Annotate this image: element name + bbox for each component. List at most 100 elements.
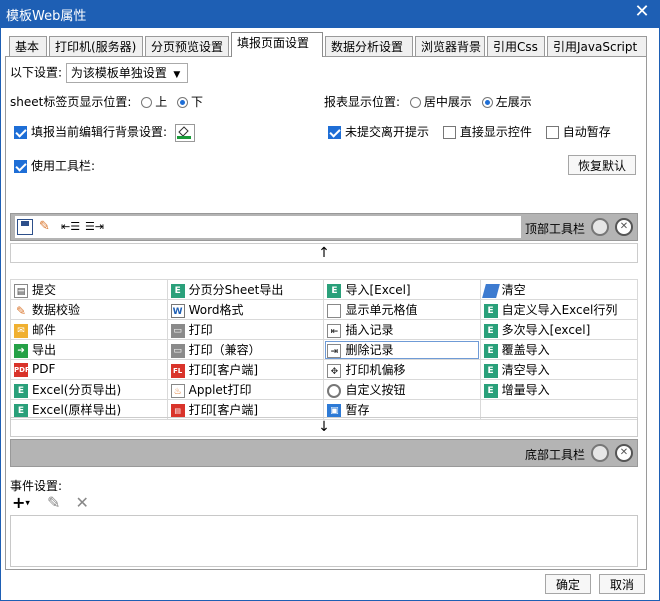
toolbar-item-label: Word格式 — [188, 303, 244, 317]
tab-2[interactable]: 分页预览设置 — [145, 36, 229, 56]
bottom-toolbar-settings-gear-icon[interactable] — [591, 444, 609, 462]
toolbar-item-label: 增量导入 — [501, 383, 550, 397]
close-icon[interactable]: ✕ — [632, 2, 652, 22]
add-icon[interactable]: + — [12, 493, 25, 512]
sheet-position-label: sheet标签页显示位置: — [10, 95, 132, 109]
report-position-radio-center[interactable] — [409, 97, 421, 108]
tab-3[interactable]: 填报页面设置 — [231, 32, 323, 57]
pdf-icon: PDF — [14, 362, 30, 377]
excel-icon: E — [483, 303, 498, 318]
save-icon[interactable] — [17, 219, 33, 235]
toolbar-item-label: 暂存 — [345, 403, 370, 417]
chevron-down-icon[interactable]: ▾ — [25, 499, 30, 509]
tab-6[interactable]: 引用Css — [487, 36, 545, 56]
cell-icon — [327, 303, 342, 318]
excel-icon: E — [170, 283, 185, 298]
toolbar-item[interactable]: FL 打印[客户端] — [166, 359, 325, 380]
toolbar-item[interactable]: 清空 — [479, 279, 639, 300]
report-position-left-label: 左展示 — [495, 95, 532, 109]
insert-row-icon[interactable]: ⇤☰ — [61, 219, 80, 235]
toolbar-item[interactable]: E 导入[Excel] — [323, 279, 481, 300]
eraser-icon — [481, 283, 500, 298]
toolbar-item[interactable]: E 自定义导入Excel行列 — [479, 299, 639, 320]
sheet-position-radio-top[interactable] — [141, 97, 153, 108]
tab-0[interactable]: 基本 — [9, 36, 47, 56]
toolbar-item[interactable]: ▤ 提交 — [10, 279, 168, 300]
toolbar-remove-icon[interactable]: ✕ — [615, 218, 633, 236]
toolbar-item[interactable]: ▭ 打印 — [166, 319, 325, 340]
auto-save-checkbox[interactable] — [545, 126, 559, 139]
move-down-button[interactable]: ↓ — [10, 417, 638, 437]
report-position-radio-left[interactable] — [481, 97, 493, 108]
report-position-row: 报表显示位置: 居中展示 左展示 — [324, 93, 532, 110]
sheet-position-radio-bottom[interactable] — [177, 97, 189, 108]
table-row: E Excel(分页导出) ♨ Applet打印 自定义按钮 E 增量导入 — [10, 379, 639, 400]
toolbar-item[interactable]: PDF PDF — [10, 359, 168, 380]
toolbar-item-label: Excel(分页导出) — [32, 383, 122, 397]
toolbar-item[interactable]: E Excel(分页导出) — [10, 379, 168, 400]
edit-icon[interactable]: ✎ — [47, 493, 60, 512]
toolbar-item[interactable]: W Word格式 — [166, 299, 325, 320]
toolbar-settings-gear-icon[interactable] — [591, 218, 609, 236]
sheet-position-bottom-label: 下 — [191, 95, 204, 109]
toolbar-item[interactable]: E 多次导入[excel] — [479, 319, 639, 340]
tab-5[interactable]: 浏览器背景 — [415, 36, 485, 56]
dialog-body: 基本 打印机(服务器) 分页预览设置 填报页面设置 数据分析设置 浏览器背景 引用Css 引用… — [0, 28, 660, 601]
tab-strip: 基本 打印机(服务器) 分页预览设置 填报页面设置 数据分析设置 浏览器背景 引用Css 引用… — [9, 32, 649, 57]
toolbar-item[interactable]: E 增量导入 — [479, 379, 639, 400]
top-toolbar-slot: ✎ ⇤☰ ☰⇥ — [15, 216, 521, 238]
event-list[interactable] — [10, 515, 638, 567]
toolbar-item[interactable]: ✥ 打印机偏移 — [323, 359, 481, 380]
toolbar-item-label: 删除记录 — [345, 343, 394, 357]
excel-icon: E — [327, 283, 342, 298]
use-toolbar-label: 使用工具栏: — [31, 159, 96, 173]
toolbar-item[interactable]: E 覆盖导入 — [479, 339, 639, 360]
toolbar-item-label: 打印[客户端] — [188, 363, 259, 377]
toolbar-item[interactable]: ✉ 邮件 — [10, 319, 168, 340]
toolbar-item[interactable]: ♨ Applet打印 — [166, 379, 325, 400]
apply-setting-select[interactable]: 为该模板单独设置 ▼ — [65, 63, 188, 83]
ok-button[interactable]: 确定 — [545, 574, 591, 594]
toolbar-item[interactable]: ⇥ 删除记录 — [323, 339, 481, 360]
toolbar-item[interactable]: E 分页分Sheet导出 — [166, 279, 325, 300]
gear-icon — [327, 383, 342, 398]
toolbar-item[interactable]: ▭ 打印（兼容） — [166, 339, 325, 360]
toolbar-item-label: 清空导入 — [501, 363, 550, 377]
flash-print-icon: FL — [170, 363, 185, 378]
fill-bg-checkbox[interactable] — [14, 126, 27, 139]
use-toolbar-checkbox[interactable] — [14, 160, 27, 173]
delete-row-icon[interactable]: ☰⇥ — [85, 219, 104, 235]
cancel-button[interactable]: 取消 — [599, 574, 645, 594]
toolbar-item-label: 打印（兼容） — [188, 343, 261, 357]
pencil-icon[interactable]: ✎ — [39, 219, 55, 235]
unsubmitted-label: 未提交离开提示 — [345, 125, 430, 139]
top-toolbar-bar: ✎ ⇤☰ ☰⇥ 顶部工具栏 ✕ — [10, 213, 638, 241]
bottom-toolbar-remove-icon[interactable]: ✕ — [615, 444, 633, 462]
pencil-icon: ✎ — [14, 303, 28, 318]
restore-default-button[interactable]: 恢复默认 — [568, 155, 636, 175]
toolbar-item[interactable]: 自定义按钮 — [323, 379, 481, 400]
apply-setting-value: 为该模板单独设置 — [70, 66, 167, 80]
unsubmitted-checkbox[interactable] — [328, 126, 341, 139]
toolbar-item[interactable]: 显示单元格值 — [323, 299, 481, 320]
toolbar-item[interactable]: E 清空导入 — [479, 359, 639, 380]
printer-icon: ▭ — [170, 343, 185, 358]
applet-icon: ♨ — [170, 383, 185, 398]
move-icon: ✥ — [327, 363, 342, 378]
toolbar-item[interactable]: ⇤ 插入记录 — [323, 319, 481, 340]
paint-bucket-icon[interactable] — [174, 123, 195, 142]
toolbar-item-label: 导入[Excel] — [345, 283, 411, 297]
delete-row-icon: ⇥ — [327, 343, 342, 358]
toolbar-item[interactable]: ✎ 数据校验 — [10, 299, 168, 320]
delete-icon[interactable]: ✕ — [76, 493, 89, 512]
toolbar-item-label: 打印机偏移 — [345, 363, 406, 377]
tab-7[interactable]: 引用JavaScript — [547, 36, 647, 56]
toolbar-item[interactable]: ➜ 导出 — [10, 339, 168, 360]
toolbar-item-label: 自定义按钮 — [345, 383, 406, 397]
tab-1[interactable]: 打印机(服务器) — [49, 36, 143, 56]
table-row: ✉ 邮件 ▭ 打印 ⇤ 插入记录 E 多次导入[excel] — [10, 319, 639, 340]
direct-show-checkbox[interactable] — [442, 126, 456, 139]
move-up-button[interactable]: ↑ — [10, 243, 638, 263]
tab-4[interactable]: 数据分析设置 — [325, 36, 413, 56]
toolbar-item-label: 打印[客户端] — [188, 403, 259, 417]
